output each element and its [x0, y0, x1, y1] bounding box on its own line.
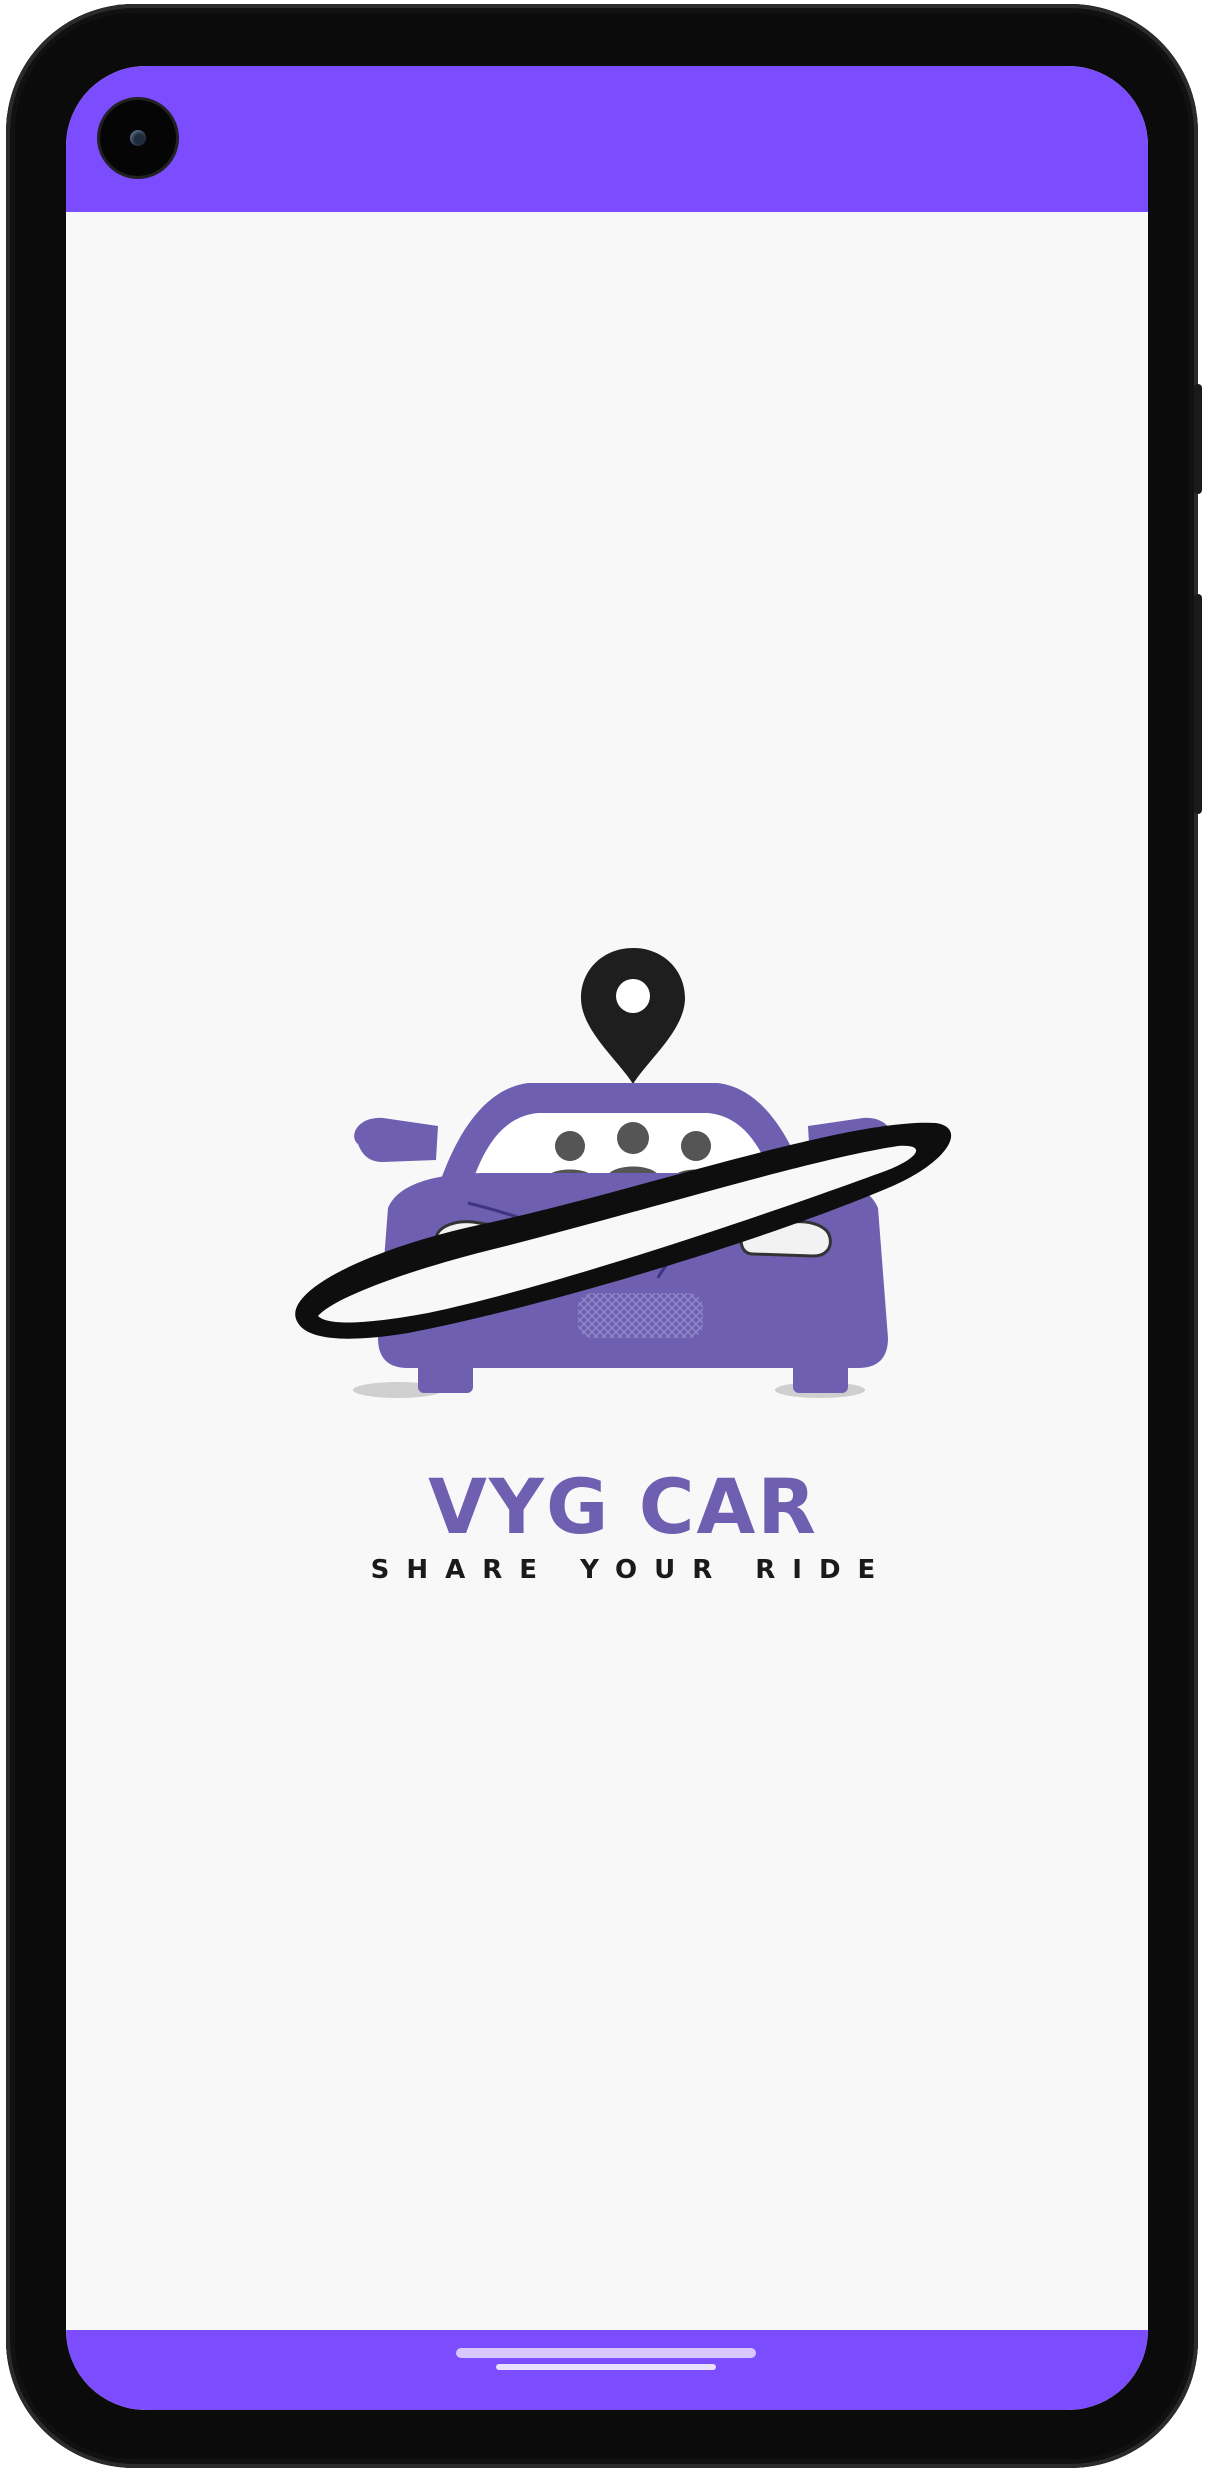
- home-gesture-handle[interactable]: [456, 2348, 756, 2358]
- brand-tagline: SHARE YOUR RIDE: [370, 1555, 893, 1585]
- brand-block: VYG CAR SHARE YOUR RIDE: [288, 1462, 958, 1586]
- status-bar: [66, 66, 1148, 212]
- camera-lens: [130, 130, 146, 146]
- app-screen: VYG CAR SHARE YOUR RIDE: [66, 66, 1148, 2410]
- location-pin-icon: [581, 948, 685, 1084]
- power-button: [1194, 384, 1202, 494]
- brand-name: VYG CAR: [428, 1462, 818, 1551]
- splash-content: VYG CAR SHARE YOUR RIDE: [66, 212, 1148, 2330]
- phone-frame: VYG CAR SHARE YOUR RIDE: [6, 4, 1202, 2468]
- volume-button: [1194, 594, 1202, 814]
- gesture-handle-underline: [496, 2364, 716, 2370]
- navigation-bar: [66, 2330, 1148, 2410]
- front-camera-icon: [100, 100, 176, 176]
- app-logo: [295, 948, 952, 1398]
